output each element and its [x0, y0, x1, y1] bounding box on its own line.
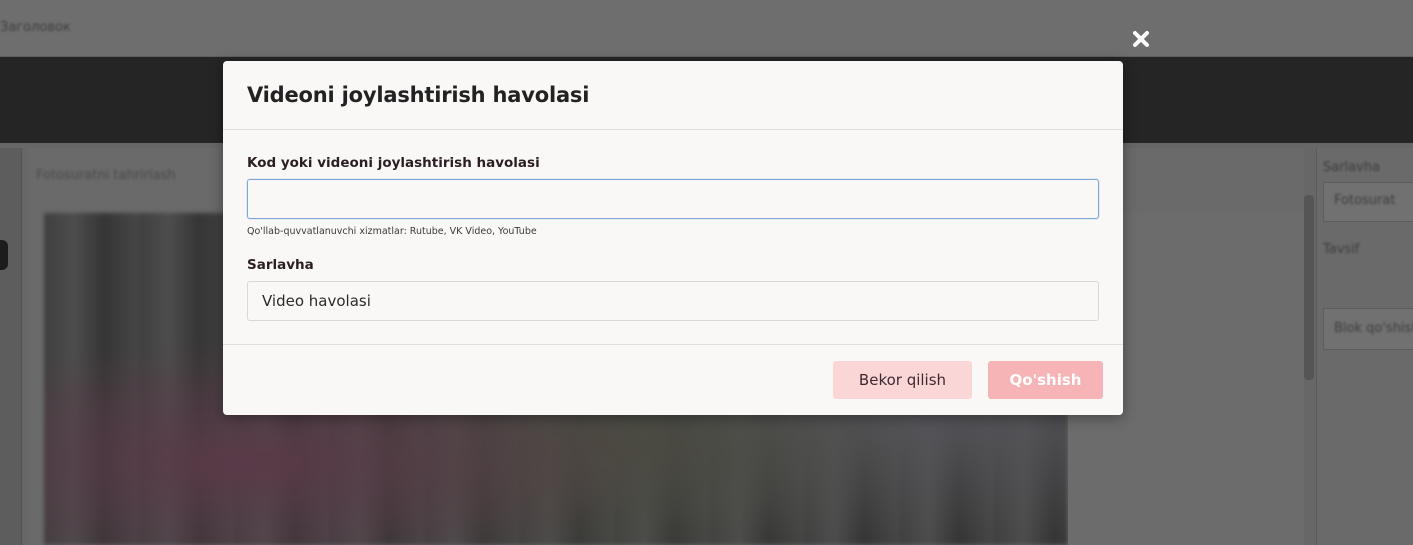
left-sidebar [0, 148, 22, 545]
right-panel-label: Tavsif [1323, 242, 1360, 257]
dialog-header: Videoni joylashtirish havolasi [223, 61, 1123, 130]
breadcrumb: Заголовок [0, 20, 71, 35]
supported-services-hint: Qo'llab-quvvatlanuvchi xizmatlar: Rutube… [247, 226, 537, 237]
right-panel-item-text: Blok qo'shish [1334, 321, 1413, 336]
right-panel-title: Sarlavha [1323, 160, 1381, 175]
embed-field-label: Kod yoki videoni joylashtirish havolasi [247, 155, 540, 171]
right-panel-item[interactable]: Blok qo'shish [1323, 308, 1413, 350]
sidebar-toggle[interactable] [0, 240, 8, 270]
title-input[interactable] [247, 281, 1099, 321]
close-icon [1133, 31, 1149, 47]
right-panel-field-text: Fotosurat [1334, 193, 1396, 208]
add-button[interactable]: Qo'shish [988, 361, 1103, 399]
cancel-button[interactable]: Bekor qilish [833, 361, 972, 399]
editor-caption: Fotosuratni tahrirlash [36, 168, 176, 183]
close-button[interactable] [1129, 27, 1153, 51]
right-panel: Sarlavha Fotosurat Tavsif Blok qo'shish [1316, 148, 1413, 545]
editor-scrollbar[interactable] [1304, 195, 1314, 380]
dialog-body: Kod yoki videoni joylashtirish havolasi … [223, 130, 1123, 345]
video-embed-dialog: Videoni joylashtirish havolasi Kod yoki … [223, 61, 1123, 415]
dialog-title: Videoni joylashtirish havolasi [247, 83, 590, 107]
dialog-footer: Bekor qilish Qo'shish [223, 345, 1123, 414]
app-topbar: Заголовок [0, 0, 1413, 57]
embed-code-input[interactable] [247, 179, 1099, 219]
title-field-label: Sarlavha [247, 257, 314, 273]
right-panel-field[interactable]: Fotosurat [1323, 182, 1413, 222]
